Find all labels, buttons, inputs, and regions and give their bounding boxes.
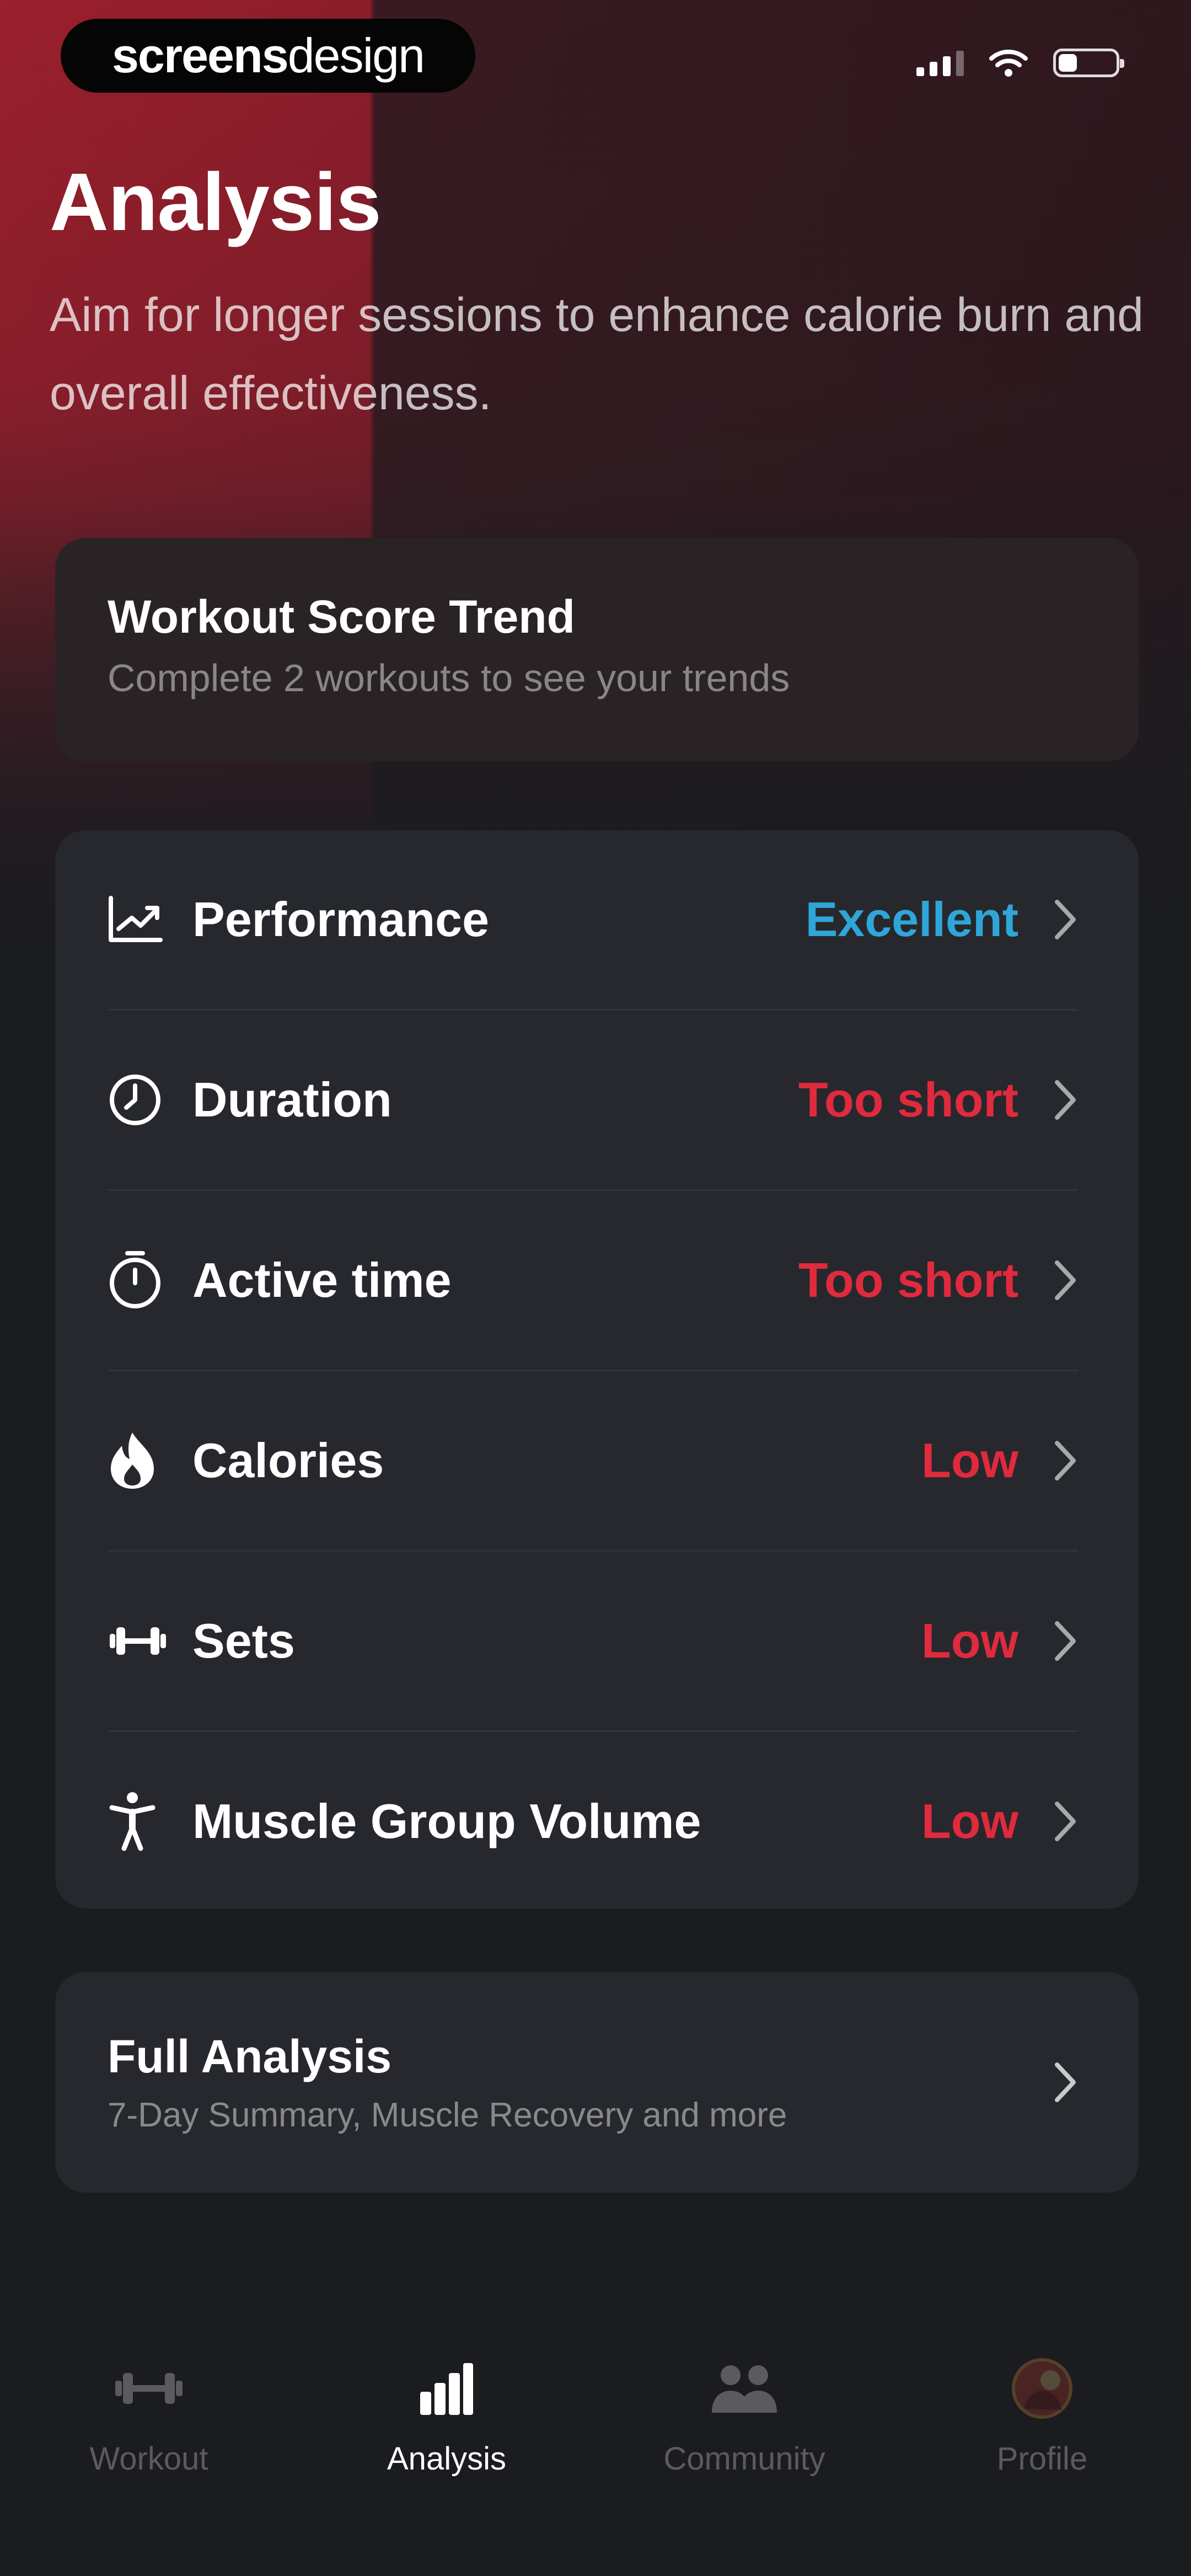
people-icon [709,2355,780,2422]
metric-label: Duration [192,1072,392,1127]
flame-icon [108,1430,168,1491]
status-icons [916,49,1124,77]
trend-card-subtitle: Complete 2 workouts to see your trends [108,656,790,699]
tab-bar: Workout Analysis Community Profile [0,2311,1191,2576]
metric-label: Sets [192,1613,295,1668]
status-bar: screens design [0,0,1191,116]
chevron-right-icon [1053,1078,1078,1122]
stopwatch-icon [108,1250,168,1311]
chevron-right-icon [1053,897,1078,942]
full-analysis-subtitle: 7-Day Summary, Muscle Recovery and more [108,2096,787,2134]
trend-card-title: Workout Score Trend [108,591,575,643]
brand-logo-bold: screens [111,28,289,83]
chevron-right-icon [1053,2060,1078,2104]
metric-row-duration[interactable]: Duration Too short [108,1011,1078,1191]
metric-label: Performance [192,892,490,947]
tab-profile[interactable]: Profile [893,2311,1191,2576]
brand-logo: screens design [61,19,475,93]
metric-label: Active time [192,1253,452,1307]
full-analysis-card[interactable]: Full Analysis 7-Day Summary, Muscle Reco… [55,1972,1139,2193]
brand-logo-light: design [287,28,425,83]
metric-row-sets[interactable]: Sets Low [108,1552,1078,1732]
battery-level [1059,54,1077,72]
tab-workout[interactable]: Workout [0,2311,298,2576]
battery-icon [1053,49,1124,77]
full-analysis-text: Full Analysis 7-Day Summary, Muscle Reco… [108,2030,1053,2135]
tab-label: Profile [996,2441,1088,2477]
metric-row-active-time[interactable]: Active time Too short [108,1191,1078,1371]
chevron-right-icon [1053,1439,1078,1483]
avatar-icon [1012,2355,1072,2422]
tab-label: Community [663,2441,825,2477]
signal-icon [916,50,964,76]
workout-score-trend-card: Workout Score Trend Complete 2 workouts … [55,538,1139,761]
metric-label: Muscle Group Volume [192,1794,701,1848]
wifi-icon [989,50,1028,77]
clock-icon [108,1070,168,1130]
dumbbell-icon [113,2355,185,2422]
metric-status: Too short [798,1072,1018,1127]
metric-row-performance[interactable]: Performance Excellent [108,830,1078,1011]
tab-label: Analysis [387,2441,506,2477]
page-title: Analysis [50,157,382,248]
full-analysis-title: Full Analysis [108,2030,392,2082]
metric-status: Excellent [805,892,1018,947]
metric-row-calories[interactable]: Calories Low [108,1371,1078,1552]
metric-status: Low [921,1613,1018,1668]
chevron-right-icon [1053,1799,1078,1843]
metric-status: Too short [798,1253,1018,1307]
tab-label: Workout [89,2441,208,2477]
chevron-right-icon [1053,1258,1078,1302]
analysis-screen: screens design Analysis Aim for longer se… [0,0,1191,2576]
page-subtitle: Aim for longer sessions to enhance calor… [50,288,1144,420]
dumbbell-icon [108,1611,168,1671]
chevron-right-icon [1053,1619,1078,1663]
tab-community[interactable]: Community [596,2311,893,2576]
bar-chart-icon [419,2355,474,2422]
metric-row-muscle-group-volume[interactable]: Muscle Group Volume Low [108,1732,1078,1911]
tab-analysis[interactable]: Analysis [298,2311,596,2576]
body-icon [108,1791,168,1852]
chart-trend-icon [108,889,168,950]
metric-status: Low [921,1433,1018,1488]
metric-label: Calories [192,1433,384,1488]
metric-status: Low [921,1794,1018,1848]
metrics-card: Performance Excellent Duration Too short [55,830,1139,1909]
